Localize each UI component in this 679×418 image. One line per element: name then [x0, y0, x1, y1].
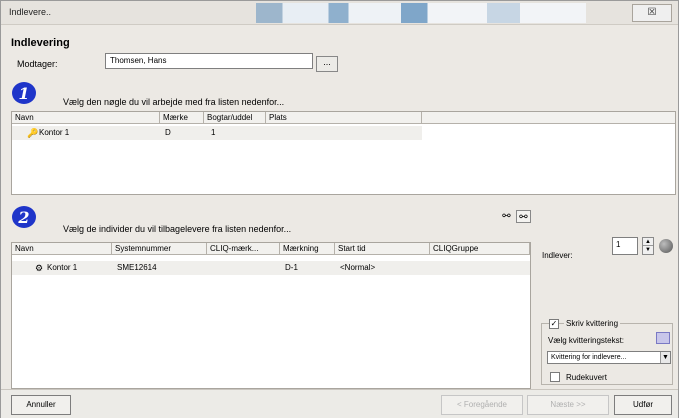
spin-down-icon[interactable]: ▼: [643, 246, 653, 254]
title-bar: Indlevere.. ☒: [1, 1, 678, 25]
key-list[interactable]: Navn Mærke Bogtar/uddel Plats 🔑 Kontor 1…: [11, 111, 676, 195]
column-header-start-tid[interactable]: Start tid: [335, 243, 430, 255]
next-button[interactable]: Næste >>: [527, 395, 609, 415]
row-start-tid: <Normal>: [340, 263, 376, 272]
receipt-text-select-value: Kvittering for indlevere...: [551, 354, 627, 361]
recipient-browse-button[interactable]: ...: [316, 56, 338, 72]
step-2-icon: 2: [12, 206, 36, 228]
receipt-text-select[interactable]: Kvittering for indlevere... ▼: [547, 351, 671, 364]
row-maerkning: D-1: [285, 263, 298, 272]
individual-list[interactable]: Navn Systemnummer CLIQ-mærk... Mærkning …: [11, 242, 531, 389]
search-binoculars-icon[interactable]: ⚯: [499, 210, 514, 223]
table-row[interactable]: ⚙ Kontor 1 SME12614 D-1 <Normal>: [12, 261, 530, 275]
row-maerke: D: [165, 128, 171, 137]
page-title: Indlevering: [11, 37, 70, 49]
indlever-label: Indlever:: [542, 251, 573, 260]
column-header-maerke[interactable]: Mærke: [160, 112, 204, 124]
globe-icon: [659, 239, 673, 253]
row-bogtar: 1: [211, 128, 216, 137]
row-cliqgruppe: [432, 261, 527, 275]
column-header-cliq-maerke[interactable]: CLIQ-mærk...: [207, 243, 280, 255]
column-header-navn[interactable]: Navn: [12, 243, 112, 255]
column-header-maerkning[interactable]: Mærkning: [280, 243, 335, 255]
spin-up-icon[interactable]: ▲: [643, 238, 653, 246]
individual-list-header: Navn Systemnummer CLIQ-mærk... Mærkning …: [12, 243, 530, 255]
step-2-number: 2: [17, 208, 29, 227]
row-systemnummer: SME12614: [117, 263, 157, 272]
window-title: Indlevere..: [9, 7, 52, 17]
title-bar-decoration: [256, 3, 586, 23]
column-header-plats[interactable]: Plats: [266, 112, 422, 124]
recipient-label: Modtager:: [17, 59, 58, 69]
finish-button[interactable]: Udfør: [614, 395, 672, 415]
key-list-header: Navn Mærke Bogtar/uddel Plats: [12, 112, 675, 124]
row-cliq-maerke: [209, 261, 279, 275]
select-receipt-text-label: Vælg kvitteringstekst:: [548, 336, 625, 345]
row-name: Kontor 1: [39, 128, 70, 137]
chevron-down-icon[interactable]: ▼: [660, 352, 670, 363]
step-1-number: 1: [18, 84, 29, 103]
print-receipt-checkbox[interactable]: ✓: [549, 319, 559, 329]
step-1-instruction: Vælg den nøgle du vil arbejde med fra li…: [63, 97, 285, 107]
button-bar: Annuller < Foregående Næste >> Udfør: [1, 389, 678, 418]
indlever-quantity-stepper[interactable]: ▲ ▼: [642, 237, 654, 255]
column-header-systemnummer[interactable]: Systemnummer: [112, 243, 207, 255]
column-header-navn[interactable]: Navn: [12, 112, 160, 124]
dialog-window: Indlevere.. ☒ Indlevering Modtager: Thom…: [0, 0, 679, 418]
table-row[interactable]: 🔑 Kontor 1 D 1: [12, 126, 422, 140]
print-receipt-label: Skriv kvittering: [564, 319, 621, 328]
row-name: Kontor 1: [47, 263, 78, 272]
column-header-cliqgruppe[interactable]: CLIQGruppe: [430, 243, 530, 255]
step-2-instruction: Vælg de individer du vil tilbagelevere f…: [63, 224, 292, 234]
step-1-icon: 1: [12, 82, 36, 104]
recipient-field[interactable]: Thomsen, Hans: [105, 53, 313, 69]
cancel-button[interactable]: Annuller: [11, 395, 71, 415]
rudekuvert-label: Rudekuvert: [566, 373, 607, 382]
column-header-bogtar[interactable]: Bogtar/uddel: [204, 112, 266, 124]
receipt-text-editor-button[interactable]: [656, 332, 670, 344]
back-button[interactable]: < Foregående: [441, 395, 523, 415]
rudekuvert-checkbox[interactable]: [550, 372, 560, 382]
row-plats: [270, 126, 410, 140]
indlever-quantity-input[interactable]: 1: [612, 237, 638, 255]
close-button[interactable]: ☒: [632, 4, 672, 22]
filter-binoculars-icon[interactable]: ⚯: [516, 210, 531, 223]
